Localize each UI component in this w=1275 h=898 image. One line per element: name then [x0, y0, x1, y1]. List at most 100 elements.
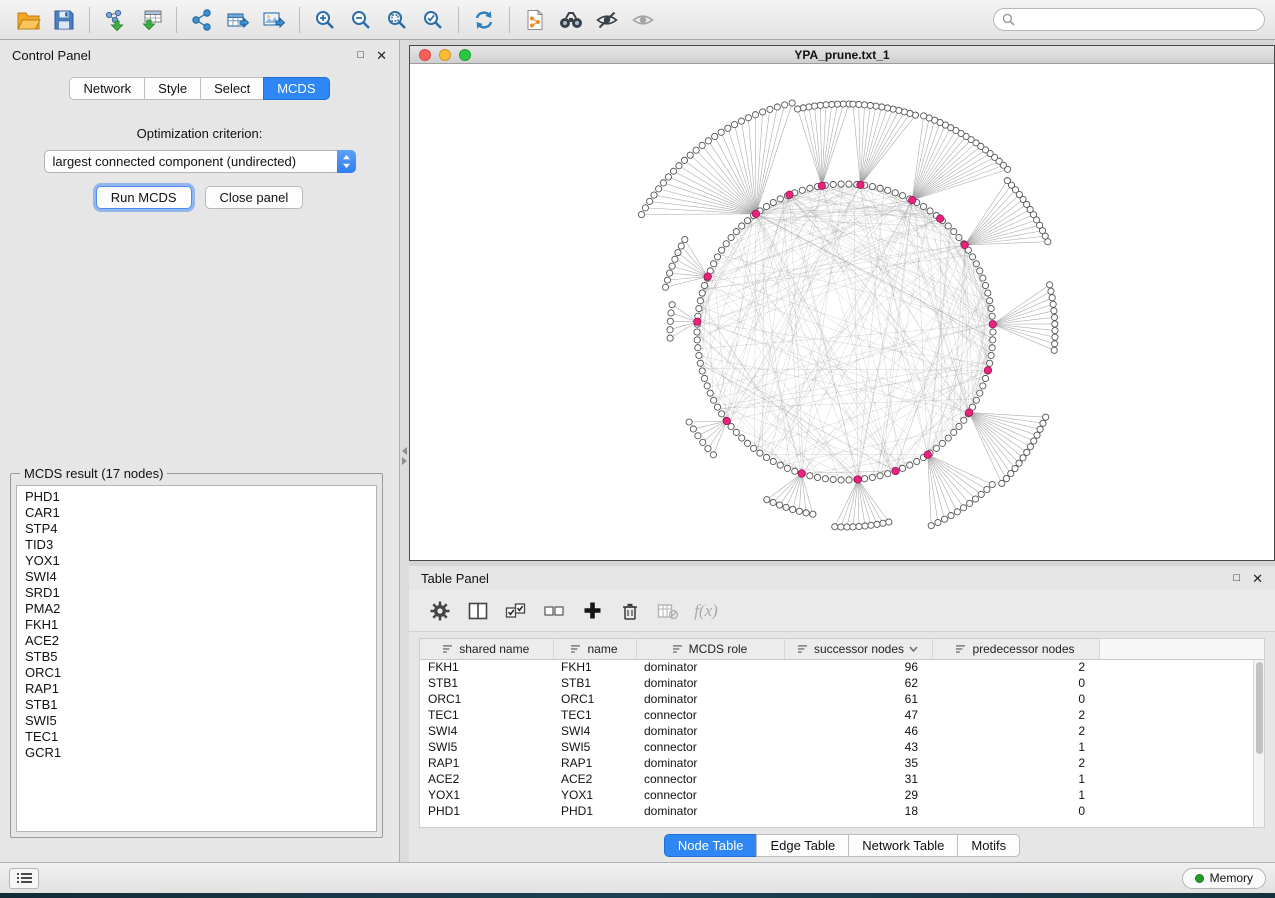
mcds-result-item[interactable]: TEC1 — [17, 729, 376, 745]
table-cell[interactable]: dominator — [636, 803, 784, 819]
table-cell[interactable]: SWI5 — [553, 739, 636, 755]
table-cell[interactable]: 43 — [784, 739, 932, 755]
minimize-window-icon[interactable] — [439, 49, 451, 61]
zoom-in-button[interactable] — [307, 5, 343, 35]
close-panel-icon[interactable]: ✕ — [376, 49, 387, 62]
table-cell[interactable]: 1 — [932, 787, 1099, 803]
table-cell[interactable]: YOX1 — [553, 787, 636, 803]
table-cell[interactable]: 47 — [784, 707, 932, 723]
table-cell[interactable]: 2 — [932, 659, 1099, 675]
import-table-button[interactable] — [133, 5, 169, 35]
mcds-result-item[interactable]: PMA2 — [17, 601, 376, 617]
hide-selected-button[interactable] — [589, 5, 625, 35]
mcds-result-item[interactable]: SWI5 — [17, 713, 376, 729]
table-cell[interactable]: dominator — [636, 691, 784, 707]
column-header-successor-nodes[interactable]: successor nodes — [784, 639, 932, 659]
export-table-button[interactable] — [220, 5, 256, 35]
delete-column-button[interactable] — [613, 595, 647, 627]
table-cell[interactable]: 1 — [932, 739, 1099, 755]
table-cell[interactable]: connector — [636, 771, 784, 787]
table-cell[interactable]: 31 — [784, 771, 932, 787]
table-cell[interactable]: RAP1 — [553, 755, 636, 771]
table-row[interactable]: RAP1RAP1dominator352 — [420, 755, 1265, 771]
optimization-select[interactable]: largest connected component (undirected) — [44, 150, 356, 173]
table-cell[interactable]: 18 — [784, 803, 932, 819]
table-row[interactable]: YOX1YOX1connector291 — [420, 787, 1265, 803]
search-box[interactable] — [993, 8, 1265, 31]
table-row[interactable]: ACE2ACE2connector311 — [420, 771, 1265, 787]
table-cell[interactable]: SWI4 — [553, 723, 636, 739]
network-canvas[interactable] — [410, 64, 1274, 560]
table-cell[interactable]: FKH1 — [553, 659, 636, 675]
table-cell[interactable]: ACE2 — [553, 771, 636, 787]
tab-network-table[interactable]: Network Table — [848, 834, 957, 857]
table-cell[interactable]: 96 — [784, 659, 932, 675]
float-table-panel-icon[interactable]: □ — [1233, 573, 1240, 584]
table-settings-button[interactable] — [423, 595, 457, 627]
table-cell[interactable]: YOX1 — [420, 787, 553, 803]
table-cell[interactable]: FKH1 — [420, 659, 553, 675]
table-cell[interactable]: 0 — [932, 675, 1099, 691]
refresh-button[interactable] — [466, 5, 502, 35]
table-cell[interactable]: dominator — [636, 659, 784, 675]
table-row[interactable]: SWI4SWI4dominator462 — [420, 723, 1265, 739]
tab-node-table[interactable]: Node Table — [664, 834, 757, 857]
scrollbar-thumb[interactable] — [1256, 662, 1263, 754]
deselect-all-button[interactable] — [537, 595, 571, 627]
table-cell[interactable]: dominator — [636, 675, 784, 691]
close-panel-button[interactable]: Close panel — [205, 186, 304, 209]
table-row[interactable]: FKH1FKH1dominator962 — [420, 659, 1265, 675]
maximize-window-icon[interactable] — [459, 49, 471, 61]
table-cell[interactable]: 46 — [784, 723, 932, 739]
zoom-fit-button[interactable] — [379, 5, 415, 35]
table-cell[interactable]: 35 — [784, 755, 932, 771]
table-cell[interactable]: SWI5 — [420, 739, 553, 755]
save-session-button[interactable] — [46, 5, 82, 35]
table-cell[interactable]: 61 — [784, 691, 932, 707]
show-all-button[interactable] — [625, 5, 661, 35]
mcds-result-item[interactable]: STB1 — [17, 697, 376, 713]
mcds-result-item[interactable]: CAR1 — [17, 505, 376, 521]
table-cell[interactable]: 1 — [932, 771, 1099, 787]
table-cell[interactable]: TEC1 — [553, 707, 636, 723]
column-header-name[interactable]: name — [553, 639, 636, 659]
mcds-result-item[interactable]: PHD1 — [17, 489, 376, 505]
import-network-button[interactable] — [97, 5, 133, 35]
mcds-result-item[interactable]: ACE2 — [17, 633, 376, 649]
table-row[interactable]: ORC1ORC1dominator610 — [420, 691, 1265, 707]
table-cell[interactable]: ACE2 — [420, 771, 553, 787]
close-table-panel-icon[interactable]: ✕ — [1252, 572, 1263, 585]
column-header-predecessor-nodes[interactable]: predecessor nodes — [932, 639, 1099, 659]
first-neighbors-button[interactable] — [553, 5, 589, 35]
table-cell[interactable]: ORC1 — [420, 691, 553, 707]
select-all-button[interactable] — [499, 595, 533, 627]
panel-splitter[interactable] — [400, 40, 409, 862]
table-cell[interactable]: RAP1 — [420, 755, 553, 771]
run-mcds-button[interactable]: Run MCDS — [96, 186, 192, 209]
tab-select[interactable]: Select — [200, 77, 263, 100]
tab-style[interactable]: Style — [144, 77, 200, 100]
table-cell[interactable]: connector — [636, 707, 784, 723]
table-cell[interactable]: dominator — [636, 755, 784, 771]
column-header-mcds-role[interactable]: MCDS role — [636, 639, 784, 659]
status-list-button[interactable] — [9, 868, 39, 889]
mcds-result-list[interactable]: PHD1CAR1STP4TID3YOX1SWI4SRD1PMA2FKH1ACE2… — [16, 485, 377, 832]
mcds-result-item[interactable]: TID3 — [17, 537, 376, 553]
mcds-result-item[interactable]: FKH1 — [17, 617, 376, 633]
network-window-titlebar[interactable]: YPA_prune.txt_1 — [410, 46, 1274, 64]
collapse-left-icon[interactable] — [402, 447, 407, 455]
memory-button[interactable]: Memory — [1182, 868, 1266, 889]
splitter-handle[interactable] — [401, 445, 408, 467]
export-image-button[interactable] — [256, 5, 292, 35]
table-row[interactable]: SWI5SWI5connector431 — [420, 739, 1265, 755]
table-cell[interactable]: STB1 — [420, 675, 553, 691]
table-cell[interactable]: ORC1 — [553, 691, 636, 707]
mcds-result-item[interactable]: RAP1 — [17, 681, 376, 697]
open-network-button[interactable] — [10, 5, 46, 35]
table-cell[interactable]: 2 — [932, 755, 1099, 771]
table-cell[interactable]: 2 — [932, 723, 1099, 739]
table-cell[interactable]: connector — [636, 787, 784, 803]
tab-network[interactable]: Network — [69, 77, 144, 100]
table-cell[interactable]: 0 — [932, 691, 1099, 707]
zoom-out-button[interactable] — [343, 5, 379, 35]
